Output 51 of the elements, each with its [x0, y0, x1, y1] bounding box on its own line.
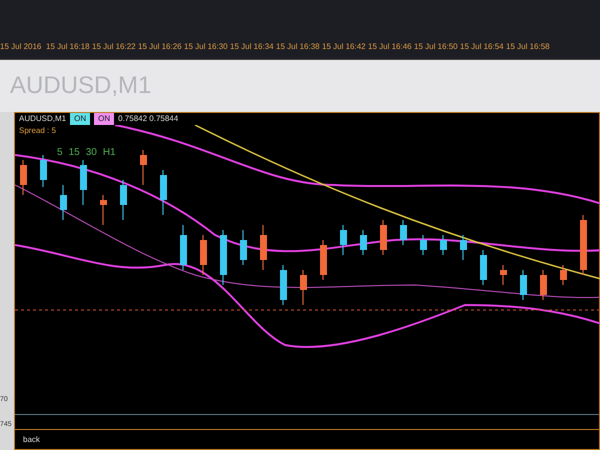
time-label: 15 Jul 16:38: [276, 41, 321, 53]
timeframe-label[interactable]: H1: [102, 145, 116, 160]
candle: [340, 224, 347, 256]
bottom-tab[interactable]: back: [23, 434, 40, 446]
time-label: 15 Jul 16:34: [230, 41, 275, 53]
candle: [380, 220, 387, 256]
on-badge[interactable]: ON: [94, 113, 114, 125]
candle: [540, 270, 547, 300]
candle: [500, 264, 507, 286]
time-label: 15 Jul 16:26: [138, 41, 183, 53]
candle: [480, 250, 487, 286]
candle: [280, 264, 287, 306]
candle: [160, 170, 167, 216]
candle: [520, 270, 527, 300]
spread-label: Spread : 5: [18, 125, 57, 137]
candle: [200, 234, 207, 276]
time-label: 15 Jul 16:18: [46, 41, 91, 53]
candle: [80, 160, 87, 206]
timeframe-label[interactable]: 30: [86, 145, 97, 160]
candle: [560, 264, 567, 286]
time-label: 15 Jul 16:22: [92, 41, 137, 53]
price-readout: 0.75842 0.75844: [118, 113, 178, 125]
candle: [240, 230, 247, 266]
candle: [580, 214, 587, 276]
timeframe-label[interactable]: 5: [57, 145, 63, 160]
candle: [320, 240, 327, 280]
time-label: 15 Jul 2016: [0, 41, 42, 53]
chart-symbol: AUDUSD,M1: [19, 113, 66, 125]
candle: [220, 230, 227, 286]
time-label: 15 Jul 16:54: [460, 41, 505, 53]
candle: [60, 184, 67, 220]
on-badge[interactable]: ON: [70, 113, 90, 125]
candle: [400, 220, 407, 246]
candle: [460, 234, 467, 260]
candle: [440, 234, 447, 256]
candle: [100, 194, 107, 226]
time-label: 15 Jul 16:30: [184, 41, 229, 53]
candle: [260, 224, 267, 270]
time-label: 15 Jul 16:42: [322, 41, 367, 53]
time-label: 15 Jul 16:46: [368, 41, 413, 53]
timeframe-label[interactable]: 15: [68, 145, 80, 160]
candle: [180, 224, 187, 270]
candle: [300, 270, 307, 306]
candle: [120, 180, 127, 220]
candle: [420, 234, 427, 256]
candle: [360, 230, 367, 256]
candle: [140, 150, 147, 186]
candle: [40, 154, 47, 188]
time-label: 15 Jul 16:50: [414, 41, 459, 53]
candle: [20, 160, 27, 196]
time-label: 15 Jul 16:58: [506, 41, 551, 53]
